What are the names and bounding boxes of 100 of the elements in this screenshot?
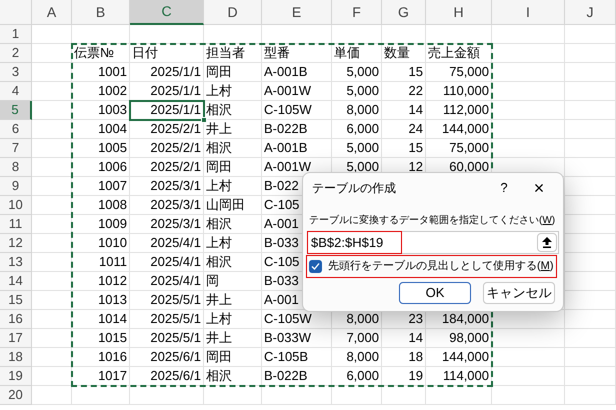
table-cell: A-001B bbox=[262, 139, 332, 158]
table-cell: 日付 bbox=[130, 44, 204, 63]
table-cell: 2025/3/1 bbox=[130, 177, 204, 196]
table-cell: 岡田 bbox=[204, 63, 262, 82]
table-cell: 数量 bbox=[382, 44, 426, 63]
table-cell: 114,000 bbox=[426, 367, 492, 386]
row-header[interactable]: 10 bbox=[0, 196, 32, 215]
row-header[interactable]: 5 bbox=[0, 101, 32, 120]
table-cell: 2025/6/1 bbox=[130, 367, 204, 386]
table-cell: 2025/4/1 bbox=[130, 253, 204, 272]
table-cell: 1011 bbox=[72, 253, 130, 272]
table-cell: 110,000 bbox=[426, 82, 492, 101]
table-cell: 2025/6/1 bbox=[130, 348, 204, 367]
table-cell: 伝票№ bbox=[72, 44, 130, 63]
row-header[interactable]: 12 bbox=[0, 234, 32, 253]
column-header[interactable]: I bbox=[492, 0, 565, 25]
row-header[interactable]: 14 bbox=[0, 272, 32, 291]
table-cell: 7,000 bbox=[332, 329, 382, 348]
range-field[interactable]: $B$2:$H$19 bbox=[307, 231, 559, 254]
table-cell: 井上 bbox=[204, 329, 262, 348]
table-cell: 1004 bbox=[72, 120, 130, 139]
table-cell: 1012 bbox=[72, 272, 130, 291]
table-cell: 144,000 bbox=[426, 120, 492, 139]
table-cell: 14 bbox=[382, 101, 426, 120]
table-cell: 2025/5/1 bbox=[130, 291, 204, 310]
row-header[interactable]: 19 bbox=[0, 367, 32, 386]
column-header[interactable]: D bbox=[204, 0, 262, 25]
table-cell: 2025/3/1 bbox=[130, 196, 204, 215]
column-header[interactable]: G bbox=[382, 0, 426, 25]
row-header[interactable]: 7 bbox=[0, 139, 32, 158]
table-cell: 2025/1/1 bbox=[130, 82, 204, 101]
column-header[interactable]: J bbox=[565, 0, 616, 25]
table-cell: 98,000 bbox=[426, 329, 492, 348]
close-button[interactable]: × bbox=[519, 176, 559, 200]
table-cell: 上村 bbox=[204, 177, 262, 196]
ok-button[interactable]: OK bbox=[399, 282, 471, 304]
table-cell: 75,000 bbox=[426, 63, 492, 82]
table-cell: 井上 bbox=[204, 120, 262, 139]
row-header[interactable]: 11 bbox=[0, 215, 32, 234]
table-cell: 24 bbox=[382, 120, 426, 139]
table-cell: 2025/5/1 bbox=[130, 310, 204, 329]
table-cell: 型番 bbox=[262, 44, 332, 63]
row-header[interactable]: 18 bbox=[0, 348, 32, 367]
table-cell: 1016 bbox=[72, 348, 130, 367]
column-header[interactable]: F bbox=[332, 0, 382, 25]
row-header[interactable]: 8 bbox=[0, 158, 32, 177]
table-cell: 1005 bbox=[72, 139, 130, 158]
table-cell: 1015 bbox=[72, 329, 130, 348]
table-cell: A-001W bbox=[262, 82, 332, 101]
table-cell: 売上金額 bbox=[426, 44, 492, 63]
row-header[interactable]: 20 bbox=[0, 386, 32, 405]
help-button[interactable]: ? bbox=[489, 176, 519, 200]
table-cell: 1009 bbox=[72, 215, 130, 234]
row-header[interactable]: 13 bbox=[0, 253, 32, 272]
table-cell: 上村 bbox=[204, 234, 262, 253]
table-cell: 112,000 bbox=[426, 101, 492, 120]
column-header[interactable]: B bbox=[72, 0, 130, 25]
table-cell: 22 bbox=[382, 82, 426, 101]
table-cell: 相沢 bbox=[204, 253, 262, 272]
row-header[interactable]: 2 bbox=[0, 44, 32, 63]
column-header[interactable]: C bbox=[130, 0, 204, 25]
table-cell: B-033W bbox=[262, 329, 332, 348]
table-cell: C-105B bbox=[262, 348, 332, 367]
table-cell: 1002 bbox=[72, 82, 130, 101]
column-header[interactable]: E bbox=[262, 0, 332, 25]
table-cell: C-105W bbox=[262, 101, 332, 120]
row-header[interactable]: 15 bbox=[0, 291, 32, 310]
table-cell: 2025/1/1 bbox=[130, 63, 204, 82]
table-cell: 1008 bbox=[72, 196, 130, 215]
table-cell: 井上 bbox=[204, 291, 262, 310]
table-cell: 上村 bbox=[204, 310, 262, 329]
table-cell: 1003 bbox=[72, 101, 130, 120]
table-cell: 1014 bbox=[72, 310, 130, 329]
table-cell: 1013 bbox=[72, 291, 130, 310]
table-cell: 山岡田 bbox=[204, 196, 262, 215]
table-cell: 1017 bbox=[72, 367, 130, 386]
table-cell: 相沢 bbox=[204, 367, 262, 386]
table-cell: 2025/2/1 bbox=[130, 120, 204, 139]
row-header[interactable]: 3 bbox=[0, 63, 32, 82]
table-cell: B-022B bbox=[262, 120, 332, 139]
table-cell: 8,000 bbox=[332, 101, 382, 120]
row-header[interactable]: 9 bbox=[0, 177, 32, 196]
column-header[interactable]: H bbox=[426, 0, 492, 25]
row-header[interactable]: 1 bbox=[0, 25, 32, 44]
table-cell: 上村 bbox=[204, 82, 262, 101]
table-cell: 1007 bbox=[72, 177, 130, 196]
table-cell: 14 bbox=[382, 329, 426, 348]
table-cell: 5,000 bbox=[332, 82, 382, 101]
table-cell: 144,000 bbox=[426, 348, 492, 367]
cancel-button[interactable]: キャンセル bbox=[483, 282, 555, 304]
row-header[interactable]: 16 bbox=[0, 310, 32, 329]
row-header[interactable]: 17 bbox=[0, 329, 32, 348]
table-cell: 6,000 bbox=[332, 367, 382, 386]
table-cell: 2025/5/1 bbox=[130, 329, 204, 348]
table-cell: 単価 bbox=[332, 44, 382, 63]
column-header[interactable]: A bbox=[32, 0, 72, 25]
row-header[interactable]: 6 bbox=[0, 120, 32, 139]
table-cell: 15 bbox=[382, 63, 426, 82]
row-header[interactable]: 4 bbox=[0, 82, 32, 101]
table-cell: 担当者 bbox=[204, 44, 262, 63]
